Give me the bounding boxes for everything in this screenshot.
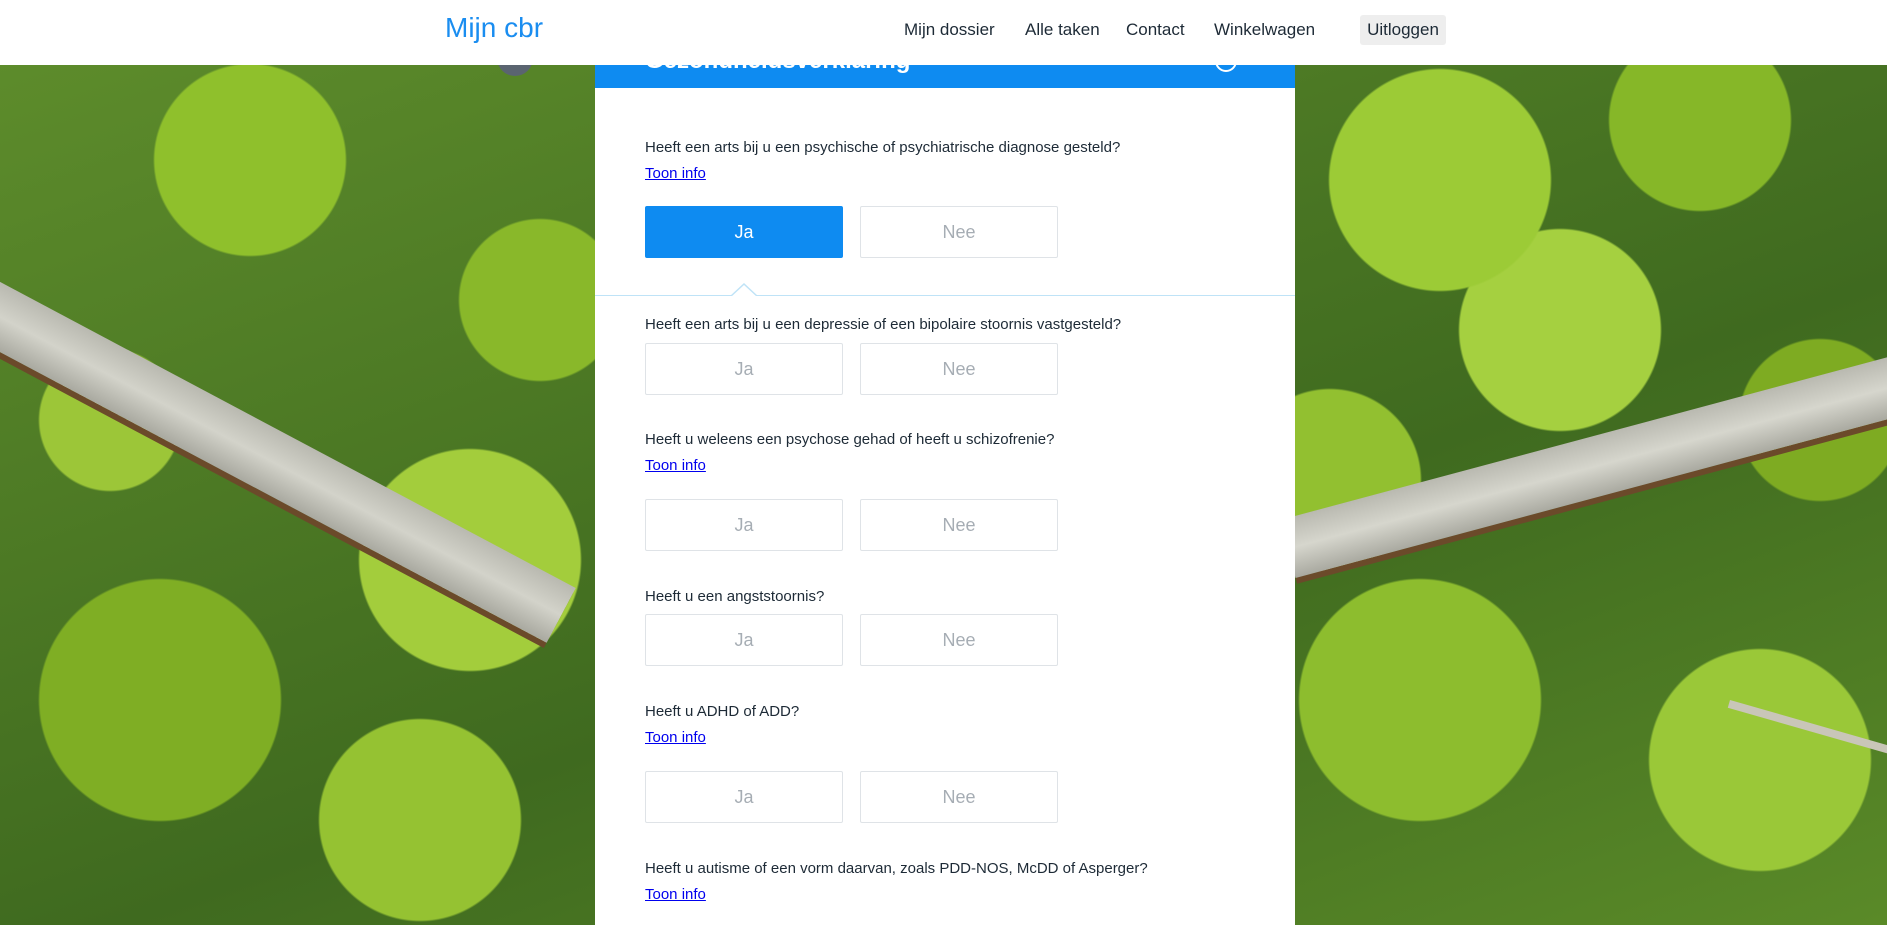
question-3-info-link[interactable]: Toon info [645,457,706,474]
nav-alle-taken[interactable]: Alle taken [1025,20,1100,40]
question-4-text: Heeft u een angststoornis? [645,588,825,605]
section-divider [595,295,1295,296]
question-1-no-button[interactable]: Nee [860,206,1058,258]
question-1-yes-button[interactable]: Ja [645,206,843,258]
question-4-yes-button[interactable]: Ja [645,614,843,666]
nav-mijn-dossier[interactable]: Mijn dossier [904,20,995,40]
question-6-info-link[interactable]: Toon info [645,886,706,903]
divider-caret-fill [731,285,757,297]
question-2-yes-button[interactable]: Ja [645,343,843,395]
top-header: Mijn cbr Mijn dossier Alle taken Contact… [0,0,1887,65]
question-5-text: Heeft u ADHD of ADD? [645,703,800,720]
brand-logo[interactable]: Mijn cbr [445,12,543,44]
question-2-no-button[interactable]: Nee [860,343,1058,395]
question-1-info-link[interactable]: Toon info [645,165,706,182]
nav-winkelwagen[interactable]: Winkelwagen [1214,20,1315,40]
question-3-yes-button[interactable]: Ja [645,499,843,551]
question-1-text: Heeft een arts bij u een psychische of p… [645,139,1121,156]
question-4-no-button[interactable]: Nee [860,614,1058,666]
logout-button[interactable]: Uitloggen [1360,15,1446,45]
question-6-text: Heeft u autisme of een vorm daarvan, zoa… [645,860,1148,877]
question-5-yes-button[interactable]: Ja [645,771,843,823]
question-3-no-button[interactable]: Nee [860,499,1058,551]
nav-contact[interactable]: Contact [1126,20,1185,40]
health-declaration-card: Gezondheidsverklaring i Heeft een arts b… [595,30,1295,925]
question-5-info-link[interactable]: Toon info [645,729,706,746]
question-2-text: Heeft een arts bij u een depressie of ee… [645,316,1122,333]
question-3-text: Heeft u weleens een psychose gehad of he… [645,431,1055,448]
question-5-no-button[interactable]: Nee [860,771,1058,823]
